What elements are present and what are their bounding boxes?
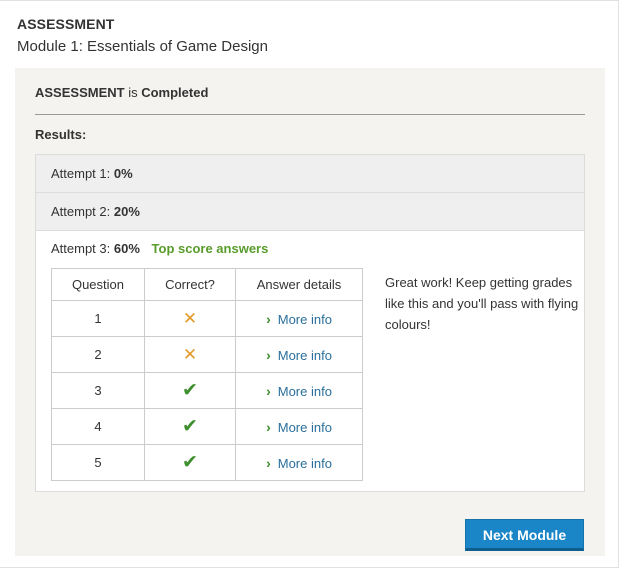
more-info-label: More info [277, 311, 332, 327]
page-kicker: ASSESSMENT [17, 16, 115, 32]
table-row: 2 ✕ › More info [51, 336, 363, 373]
answers-table: Question Correct? Answer details 1 ✕ › More… [51, 268, 363, 481]
assessment-panel: ASSESSMENT is Completed Results: Attempt… [15, 68, 605, 556]
attempt-score: 0% [113, 166, 133, 181]
answers-table-body: 1 ✕ › More info 2 ✕ › More info 3 ✔ › More info 4 ✔ › M… [51, 300, 363, 481]
results-label: Results: [35, 127, 87, 142]
status-name: ASSESSMENT [35, 85, 125, 100]
correct-cell: ✕ [144, 300, 236, 337]
attempt-score: 60% [113, 241, 140, 256]
page-header: ASSESSMENT Module 1: Essentials of Game … [17, 16, 268, 55]
more-info-label: More info [277, 455, 332, 471]
correct-cell: ✕ [144, 336, 236, 373]
more-info-label: More info [277, 347, 332, 363]
more-info-link[interactable]: › More info [266, 382, 332, 399]
status-state: Completed [141, 85, 209, 100]
attempts-list: Attempt 1: 0% Attempt 2: 20% Attempt 3: … [35, 154, 585, 492]
table-row: 1 ✕ › More info [51, 300, 363, 337]
more-info-link[interactable]: › More info [266, 310, 332, 327]
attempt-row-3-expanded: Attempt 3: 60% Top score answers Questio… [36, 231, 584, 491]
check-icon: ✔ [182, 380, 198, 401]
attempt-row-1[interactable]: Attempt 1: 0% [36, 155, 584, 193]
column-header-details: Answer details [235, 268, 363, 301]
cross-icon: ✕ [182, 308, 198, 328]
column-header-correct: Correct? [144, 268, 236, 301]
divider [35, 114, 585, 115]
chevron-right-icon: › [266, 310, 271, 327]
more-info-label: More info [277, 419, 332, 435]
attempt-label: Attempt 1: [51, 166, 111, 181]
more-info-label: More info [277, 383, 332, 399]
answer-details-cell: › More info [235, 300, 363, 337]
more-info-link[interactable]: › More info [266, 418, 332, 435]
answer-details-cell: › More info [235, 336, 363, 373]
check-icon: ✔ [182, 416, 198, 437]
question-number: 4 [51, 408, 145, 445]
chevron-right-icon: › [266, 382, 271, 399]
question-number: 3 [51, 372, 145, 409]
status-connector: is [128, 85, 138, 100]
correct-cell: ✔ [144, 372, 236, 409]
chevron-right-icon: › [266, 346, 271, 363]
question-number: 2 [51, 336, 145, 373]
feedback-text: Great work! Keep getting grades like thi… [385, 275, 579, 332]
table-header-row: Question Correct? Answer details [51, 268, 363, 301]
next-module-button[interactable]: Next Module [465, 519, 584, 551]
top-score-badge: Top score answers [151, 241, 269, 256]
table-row: 5 ✔ › More info [51, 444, 363, 481]
answer-details-cell: › More info [235, 372, 363, 409]
attempt-label: Attempt 2: [51, 204, 111, 219]
attempt-score: 20% [113, 204, 140, 219]
attempt-row-2[interactable]: Attempt 2: 20% [36, 193, 584, 231]
question-number: 1 [51, 300, 145, 337]
attempt-label: Attempt 3: [51, 241, 111, 256]
correct-cell: ✔ [144, 444, 236, 481]
assessment-status: ASSESSMENT is Completed [35, 85, 208, 100]
column-header-question: Question [51, 268, 145, 301]
correct-cell: ✔ [144, 408, 236, 445]
module-title: Module 1: Essentials of Game Design [17, 38, 268, 55]
more-info-link[interactable]: › More info [266, 454, 332, 471]
answer-details-cell: › More info [235, 408, 363, 445]
attempt-title: Attempt 3: 60% Top score answers [51, 241, 268, 256]
answer-details-cell: › More info [235, 444, 363, 481]
chevron-right-icon: › [266, 418, 271, 435]
check-icon: ✔ [182, 452, 198, 473]
chevron-right-icon: › [266, 454, 271, 471]
table-row: 3 ✔ › More info [51, 372, 363, 409]
more-info-link[interactable]: › More info [266, 346, 332, 363]
question-number: 5 [51, 444, 145, 481]
table-row: 4 ✔ › More info [51, 408, 363, 445]
cross-icon: ✕ [182, 344, 198, 364]
